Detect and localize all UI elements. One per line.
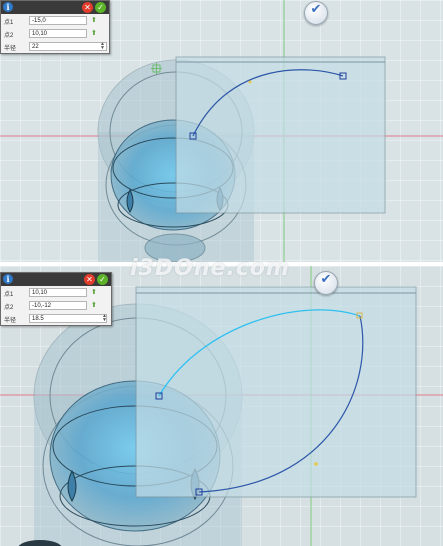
pick-point-icon[interactable]: ⬆ — [91, 17, 98, 24]
watermark: i3DOne.com — [130, 256, 290, 281]
checkmark-icon: ✔ — [320, 272, 332, 287]
cancel-button[interactable]: ✕ — [84, 274, 95, 285]
radius-row: 半径 22 ▲ ▼ — [1, 40, 109, 53]
info-icon[interactable]: i — [3, 2, 13, 12]
point2-input[interactable]: 10,10 — [29, 29, 87, 38]
sketch-plane — [135, 286, 417, 498]
checkmark-icon: ✔ — [310, 2, 322, 17]
point2-row: 点2 -10,-12 ⬆ — [1, 299, 111, 312]
viewport-top[interactable]: i ✕ ✓ 点1 -15,0 ⬆ 点2 10,10 ⬆ 半径 22 ▲ ▼ ✔ — [0, 0, 443, 262]
arc-dialog: i ✕ ✓ 点1 10,10 ⬆ 点2 -10,-12 ⬆ 半径 18.5 ▲ ▼ — [0, 272, 112, 326]
pick-point-icon[interactable]: ⬆ — [91, 30, 98, 37]
pick-point-icon[interactable]: ⬆ — [91, 289, 98, 296]
ok-button[interactable]: ✓ — [95, 2, 106, 13]
radius-input[interactable]: 18.5 — [29, 314, 107, 323]
arc-dialog: i ✕ ✓ 点1 -15,0 ⬆ 点2 10,10 ⬆ 半径 22 ▲ ▼ — [0, 0, 110, 54]
point2-row: 点2 10,10 ⬆ — [1, 27, 109, 40]
viewport-bottom[interactable]: i ✕ ✓ 点1 10,10 ⬆ 点2 -10,-12 ⬆ 半径 18.5 ▲ ▼… — [0, 266, 443, 546]
point2-input[interactable]: -10,-12 — [29, 301, 87, 310]
confirm-button[interactable]: ✔ — [314, 271, 338, 295]
dialog-titlebar: i ✕ ✓ — [1, 273, 111, 286]
radius-input[interactable]: 22 — [29, 42, 107, 51]
cursor-icon — [151, 63, 162, 74]
info-icon[interactable]: i — [3, 274, 13, 284]
point1-row: 点1 10,10 ⬆ — [1, 286, 111, 299]
point1-label: 点1 — [4, 292, 14, 298]
point1-row: 点1 -15,0 ⬆ — [1, 14, 109, 27]
confirm-button[interactable]: ✔ — [304, 1, 328, 25]
point2-label: 点2 — [4, 33, 14, 39]
ok-button[interactable]: ✓ — [97, 274, 108, 285]
pick-point-icon[interactable]: ⬆ — [91, 302, 98, 309]
point1-input[interactable]: 10,10 — [29, 288, 87, 297]
point1-label: 点1 — [4, 20, 14, 26]
radius-label: 半径 — [4, 46, 17, 52]
radius-spinner-icon[interactable]: ▲ ▼ — [102, 314, 107, 323]
arc-center-marker — [248, 80, 252, 84]
sketch-plane — [175, 56, 386, 214]
radius-label: 半径 — [4, 318, 17, 324]
point1-input[interactable]: -15,0 — [29, 16, 87, 25]
radius-spinner-icon[interactable]: ▲ ▼ — [100, 42, 105, 51]
radius-row: 半径 18.5 ▲ ▼ — [1, 312, 111, 325]
dialog-titlebar: i ✕ ✓ — [1, 1, 109, 14]
cancel-button[interactable]: ✕ — [82, 2, 93, 13]
point2-label: 点2 — [4, 305, 14, 311]
arc-center-marker — [314, 462, 318, 466]
